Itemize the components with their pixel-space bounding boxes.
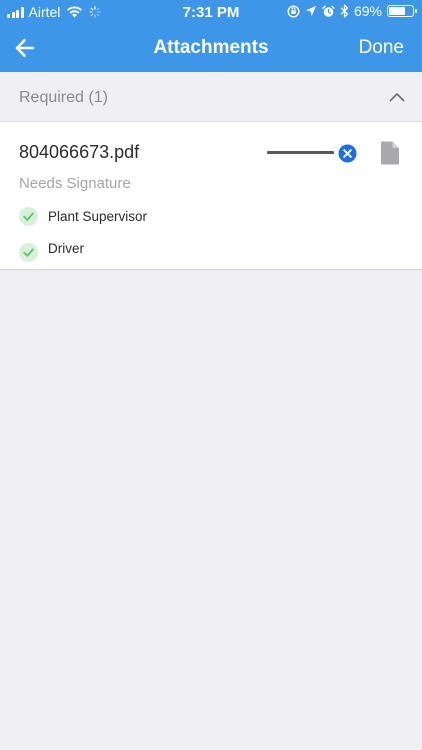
upload-progress-fill [267, 151, 334, 154]
top-bar: Airtel 7:31 PM 69% Attachments Done [0, 0, 422, 72]
document-icon [381, 141, 399, 165]
alarm-icon [322, 5, 335, 17]
location-icon [305, 6, 316, 16]
signer-item: Driver [19, 239, 84, 262]
signer-item: Plant Supervisor [19, 207, 147, 226]
arrow-left-icon [15, 39, 35, 57]
battery-icon [387, 5, 417, 17]
bluetooth-icon [340, 4, 349, 18]
status-bar: Airtel 7:31 PM 69% [0, 0, 422, 24]
navigation-bar: Attachments Done [0, 24, 422, 72]
check-circle-icon [19, 207, 38, 226]
attachment-file-name[interactable]: 804066673.pdf [19, 142, 139, 163]
chevron-up-icon [389, 93, 405, 102]
back-button[interactable] [14, 34, 44, 62]
open-document-button[interactable] [380, 141, 400, 165]
collapse-section-button[interactable] [388, 88, 406, 106]
required-section-header[interactable]: Required (1) [0, 72, 422, 122]
attachment-status: Needs Signature [19, 175, 131, 192]
check-circle-icon [19, 243, 38, 262]
battery-percent: 69% [353, 3, 382, 19]
section-title: Required (1) [19, 89, 108, 106]
close-circle-icon [338, 144, 357, 163]
signer-name: Plant Supervisor [48, 209, 148, 224]
battery-level [389, 7, 405, 15]
cancel-upload-button[interactable] [338, 144, 357, 163]
status-right: 69% [287, 3, 417, 19]
attachment-card: 804066673.pdf Needs Signature Plant Supe… [0, 122, 422, 270]
screen-rotation-lock-icon [287, 4, 300, 18]
signer-name: Driver [48, 241, 84, 256]
upload-progress-bar [267, 151, 334, 154]
done-button[interactable]: Done [359, 37, 404, 59]
